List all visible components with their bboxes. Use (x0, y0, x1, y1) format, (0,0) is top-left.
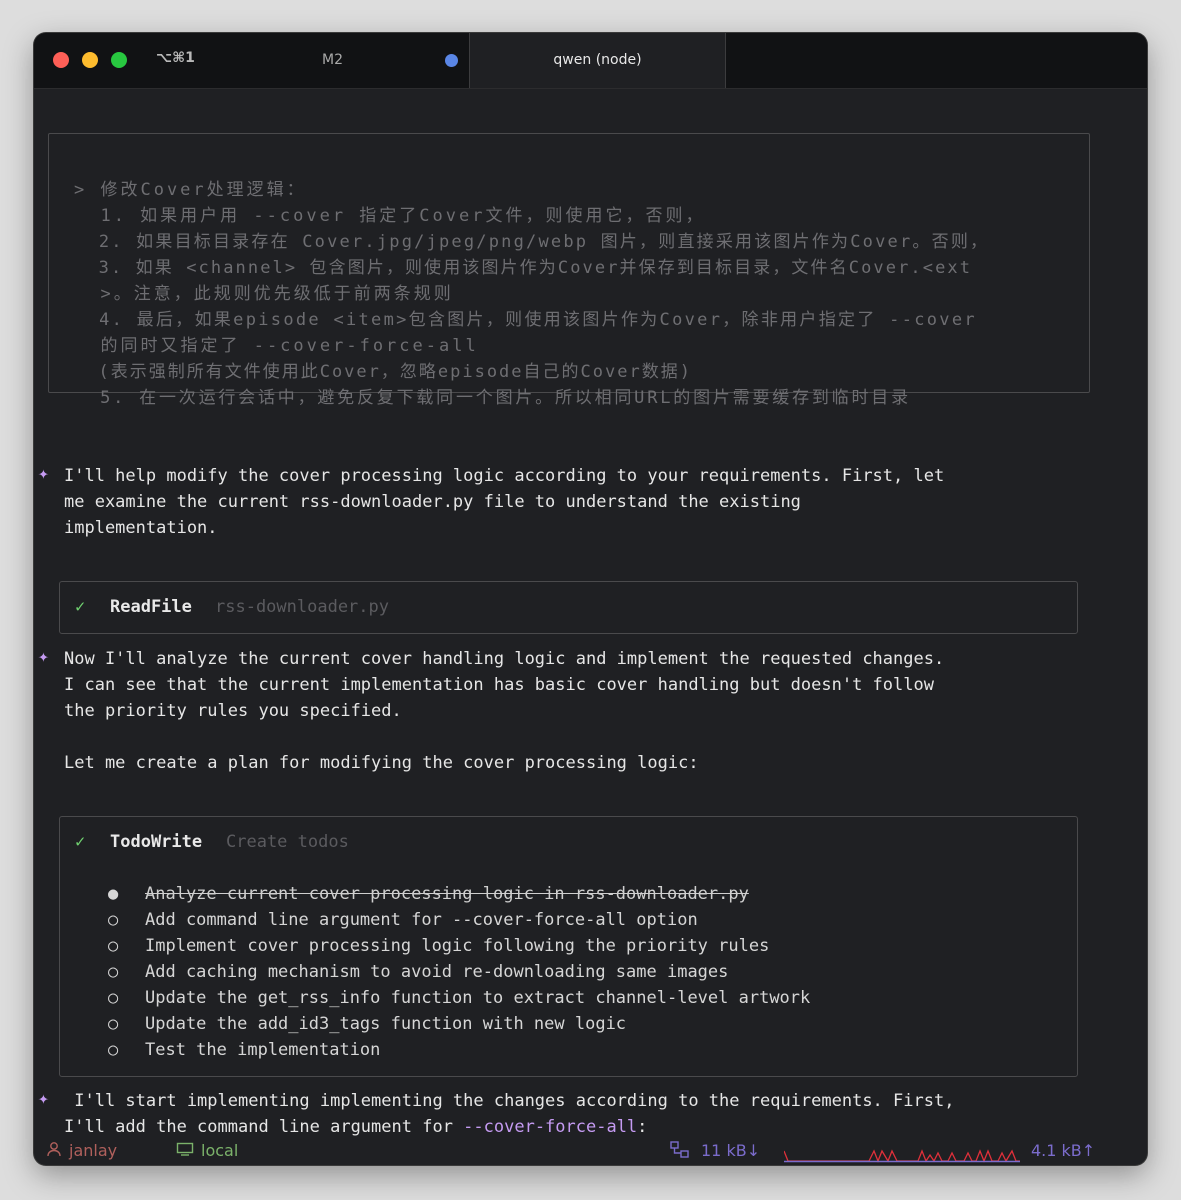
todo-pending-icon: ○ (108, 910, 119, 930)
todo-pending-icon: ○ (108, 988, 119, 1008)
status-download-rate: 11 kB↓ (701, 1141, 761, 1160)
todo-item: Update the get_rss_info function to extr… (145, 988, 811, 1008)
assistant-message-line: the priority rules you specified. (64, 701, 402, 721)
assistant-sparkle-icon: ✦ (38, 646, 49, 667)
prompt-line: (表示强制所有文件使用此Cover，忽略episode自己的Cover数据) (74, 362, 692, 382)
title-bar: ⌥⌘1 M2 qwen (node) (34, 33, 1147, 89)
assistant-message-line: I'll help modify the cover processing lo… (64, 466, 945, 486)
todo-pending-icon: ○ (108, 1040, 119, 1060)
todo-item: Analyze current cover processing logic i… (145, 884, 749, 904)
assistant-message-line: I'll start implementing implementing the… (64, 1091, 955, 1111)
terminal-content[interactable]: > 修改Cover处理逻辑： 1. 如果用户用 --cover 指定了Cover… (34, 89, 1147, 1137)
tool-argument: Create todos (226, 832, 349, 852)
activity-dot-icon (445, 54, 458, 67)
status-host: local (201, 1141, 239, 1160)
tool-name: TodoWrite (110, 832, 203, 852)
tab-m2[interactable]: M2 (322, 52, 343, 68)
prompt-line: 5. 在一次运行会话中，避免反复下载同一个图片。所以相同URL的图片需要缓存到临… (74, 388, 911, 408)
assistant-message-line: Now I'll analyze the current cover handl… (64, 649, 945, 669)
assistant-sparkle-icon: ✦ (38, 1088, 49, 1109)
assistant-sparkle-icon: ✦ (38, 463, 49, 484)
todo-completed-icon: ● (108, 884, 119, 904)
tool-argument: rss-downloader.py (215, 597, 389, 617)
check-icon: ✓ (75, 832, 86, 852)
tool-todowrite-box: ✓ TodoWrite Create todos ● Analyze curre… (59, 816, 1078, 1077)
tab-qwen-node[interactable]: qwen (node) (469, 33, 726, 88)
check-icon: ✓ (75, 597, 86, 617)
todo-item: Test the implementation (145, 1040, 381, 1060)
prompt-line: >。注意，此规则优先级低于前两条规则 (74, 284, 454, 304)
prompt-line: 4. 最后，如果episode <item>包含图片，则使用该图片作为Cover… (74, 310, 977, 330)
assistant-message-line: Let me create a plan for modifying the c… (64, 753, 699, 773)
assistant-message-line: me examine the current rss-downloader.py… (64, 492, 801, 512)
zoom-button[interactable] (111, 52, 127, 68)
monitor-icon (176, 1141, 194, 1161)
todo-pending-icon: ○ (108, 936, 119, 956)
user-icon (46, 1141, 62, 1161)
prompt-line: 2. 如果目标目录存在 Cover.jpg/jpeg/png/webp 图片，则… (74, 232, 990, 252)
todo-item: Add command line argument for --cover-fo… (145, 910, 698, 930)
assistant-message-line: implementation. (64, 518, 218, 538)
todo-item: Update the add_id3_tags function with ne… (145, 1014, 627, 1034)
todo-item: Add caching mechanism to avoid re-downlo… (145, 962, 729, 982)
close-button[interactable] (53, 52, 69, 68)
tab-qwen-node-label: qwen (node) (553, 52, 642, 68)
tab-shortcut: ⌥⌘1 (156, 50, 195, 66)
prompt-line: 1. 如果用户用 --cover 指定了Cover文件，则使用它，否则， (74, 206, 706, 226)
todo-pending-icon: ○ (108, 962, 119, 982)
network-graph (783, 1137, 1024, 1165)
status-bar: janlay local 11 kB↓ 4.1 kB↑ (34, 1133, 1147, 1165)
terminal-window: ⌥⌘1 M2 qwen (node) > 修改Cover处理逻辑： 1. 如果用… (34, 33, 1147, 1165)
prompt-line: 的同时又指定了 --cover-force-all (74, 336, 479, 356)
status-upload-rate: 4.1 kB↑ (1031, 1141, 1096, 1160)
assistant-message-line: I can see that the current implementatio… (64, 675, 934, 695)
tool-readfile-box: ✓ ReadFile rss-downloader.py (59, 581, 1078, 634)
todo-item: Implement cover processing logic followi… (145, 936, 770, 956)
prompt-line: 3. 如果 <channel> 包含图片，则使用该图片作为Cover并保存到目标… (74, 258, 973, 278)
minimize-button[interactable] (82, 52, 98, 68)
network-icon (670, 1141, 690, 1163)
status-user: janlay (69, 1141, 118, 1160)
todo-pending-icon: ○ (108, 1014, 119, 1034)
tool-name: ReadFile (110, 597, 192, 617)
prompt-line: > 修改Cover处理逻辑： (74, 180, 307, 200)
